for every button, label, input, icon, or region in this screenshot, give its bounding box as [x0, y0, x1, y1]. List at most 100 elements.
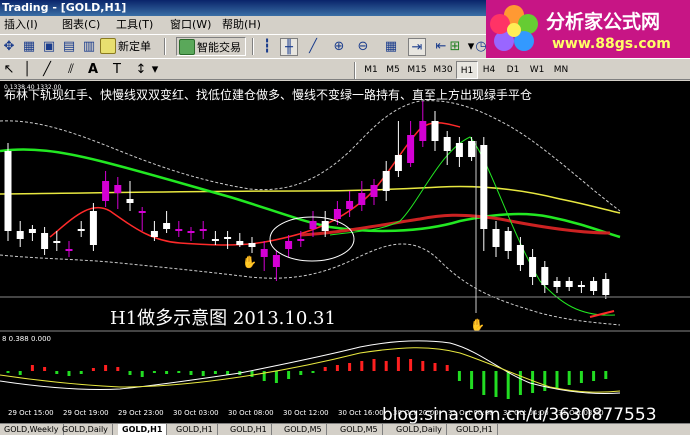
macd-bar — [470, 371, 474, 389]
ohlc-readout: 0.1338.40 1332.00 — [4, 84, 61, 91]
toolbar-separator — [354, 62, 356, 79]
expert-advisors-button[interactable]: 智能交易 — [176, 37, 246, 56]
menu-window[interactable]: 窗口(W) — [170, 17, 211, 33]
menu-insert[interactable]: 插入(I) — [4, 17, 38, 33]
crosshair-icon[interactable]: ✥ — [0, 38, 18, 56]
expert-advisors-icon — [179, 39, 195, 55]
menu-help[interactable]: 帮助(H) — [222, 17, 261, 33]
candle-body — [285, 241, 293, 249]
macd-bar — [445, 365, 449, 371]
periods-icon[interactable]: ◷ — [472, 38, 490, 56]
macd-bar — [372, 359, 376, 371]
macd-bar — [287, 371, 291, 379]
timeframe-mn[interactable]: MN — [550, 61, 572, 79]
candle-body — [455, 143, 463, 157]
fast-ma-line-lower — [299, 213, 611, 237]
macd-bar — [152, 371, 156, 373]
macd-bar — [518, 371, 522, 395]
timeframe-m30[interactable]: M30 — [430, 61, 456, 79]
candle-body — [602, 279, 610, 295]
text-object-icon[interactable]: T — [108, 61, 126, 79]
timeframe-m15[interactable]: M15 — [404, 61, 430, 79]
candlestick-chart-icon[interactable]: ╫ — [280, 38, 298, 56]
candle-body — [199, 229, 207, 231]
terminal-icon[interactable]: ▤ — [60, 38, 78, 56]
tab-gold-h1[interactable]: GOLD,H1 — [226, 424, 272, 435]
new-order-button[interactable]: 新定单 — [98, 37, 158, 56]
timeframe-d1[interactable]: D1 — [502, 61, 524, 79]
candle-body — [529, 257, 537, 277]
candle-body — [236, 241, 244, 245]
tab-gold-h1[interactable]: GOLD,H1 — [452, 424, 498, 435]
green-hand-marker-icon: ✋ — [470, 318, 485, 332]
tab-gold-daily[interactable]: GOLD,Daily — [392, 424, 447, 435]
price-chart[interactable]: ✋ ✋ 布林下轨现红手、快慢线双双变红、找低位建仓做多、慢线不变绿一路持有、直至… — [0, 81, 690, 423]
trendline-icon[interactable]: ╱ — [38, 61, 56, 79]
tab-gold-m5[interactable]: GOLD,M5 — [280, 424, 327, 435]
bar-chart-icon[interactable]: ┇ — [258, 38, 276, 56]
macd-bar — [177, 371, 181, 373]
macd-bar — [6, 371, 10, 373]
zoom-in-icon[interactable]: ⊕ — [330, 38, 348, 56]
line-chart-icon[interactable]: ╱ — [304, 38, 322, 56]
macd-bar — [104, 365, 108, 371]
tab-gold-m5[interactable]: GOLD,M5 — [336, 424, 383, 435]
macd-bar — [30, 365, 34, 371]
candle-body — [297, 239, 305, 241]
candle-body — [577, 285, 585, 287]
candle-body — [553, 281, 561, 287]
candle-body — [565, 281, 573, 287]
macd-bar — [409, 359, 413, 371]
tab-gold-h1-active[interactable]: GOLD,H1 — [118, 424, 168, 435]
candle-body — [102, 181, 110, 201]
macd-bar — [116, 367, 120, 371]
macd-bar — [79, 371, 83, 374]
candle-body — [272, 255, 280, 267]
candle-body — [480, 145, 488, 229]
timeframe-h4[interactable]: H4 — [478, 61, 500, 79]
tile-windows-icon[interactable]: ▦ — [382, 38, 400, 56]
timeframe-m5[interactable]: M5 — [382, 61, 404, 79]
time-axis-label: 30 Oct 03:00 — [173, 409, 219, 417]
indicator-label: 8 0.388 0.000 — [2, 335, 51, 343]
cursor-icon[interactable]: ↖ — [0, 61, 18, 79]
candle-body — [175, 229, 183, 231]
macd-bar — [165, 371, 169, 374]
tab-gold-h1[interactable]: GOLD,H1 — [172, 424, 218, 435]
candle-body — [468, 141, 476, 157]
candle-body — [382, 171, 390, 191]
timeframe-w1[interactable]: W1 — [526, 61, 548, 79]
toolbar-separator — [164, 38, 166, 55]
vertical-line-icon[interactable]: │ — [18, 61, 36, 79]
macd-bar — [396, 357, 400, 371]
candle-body — [77, 229, 85, 231]
candle-body — [346, 201, 354, 209]
menu-charts[interactable]: 图表(C) — [62, 17, 100, 33]
market-watch-icon[interactable]: ▦ — [20, 38, 38, 56]
tab-gold-weekly[interactable]: GOLD,Weekly — [0, 424, 64, 435]
macd-bar — [384, 361, 388, 371]
timeframe-m1[interactable]: M1 — [360, 61, 382, 79]
macd-bar — [274, 371, 278, 383]
candle-body — [407, 135, 415, 163]
logo-text: 分析家公式网 — [546, 11, 661, 33]
macd-bar — [67, 371, 71, 376]
channel-icon[interactable]: ⫽ — [62, 61, 80, 79]
menu-bar: 插入(I) 图表(C) 工具(T) 窗口(W) 帮助(H) — [0, 16, 486, 34]
macd-bar — [543, 371, 547, 391]
timeframe-h1[interactable]: H1 — [456, 61, 478, 79]
candle-body — [28, 229, 36, 233]
strategy-tester-icon[interactable]: ▥ — [80, 38, 98, 56]
menu-tools[interactable]: 工具(T) — [116, 17, 153, 33]
candle-body — [431, 121, 439, 141]
autoscroll-icon[interactable]: ⇥ — [408, 38, 426, 56]
tab-gold-daily[interactable]: GOLD,Daily — [58, 424, 113, 435]
candle-body — [590, 281, 598, 291]
macd-bar — [140, 371, 144, 377]
macd-bar — [348, 363, 352, 371]
navigator-icon[interactable]: ▣ — [40, 38, 58, 56]
arrows-dropdown-icon[interactable]: ▾ — [146, 61, 164, 79]
zoom-out-icon[interactable]: ⊖ — [354, 38, 372, 56]
text-label-icon[interactable]: A — [84, 61, 102, 79]
candle-body — [321, 221, 329, 231]
